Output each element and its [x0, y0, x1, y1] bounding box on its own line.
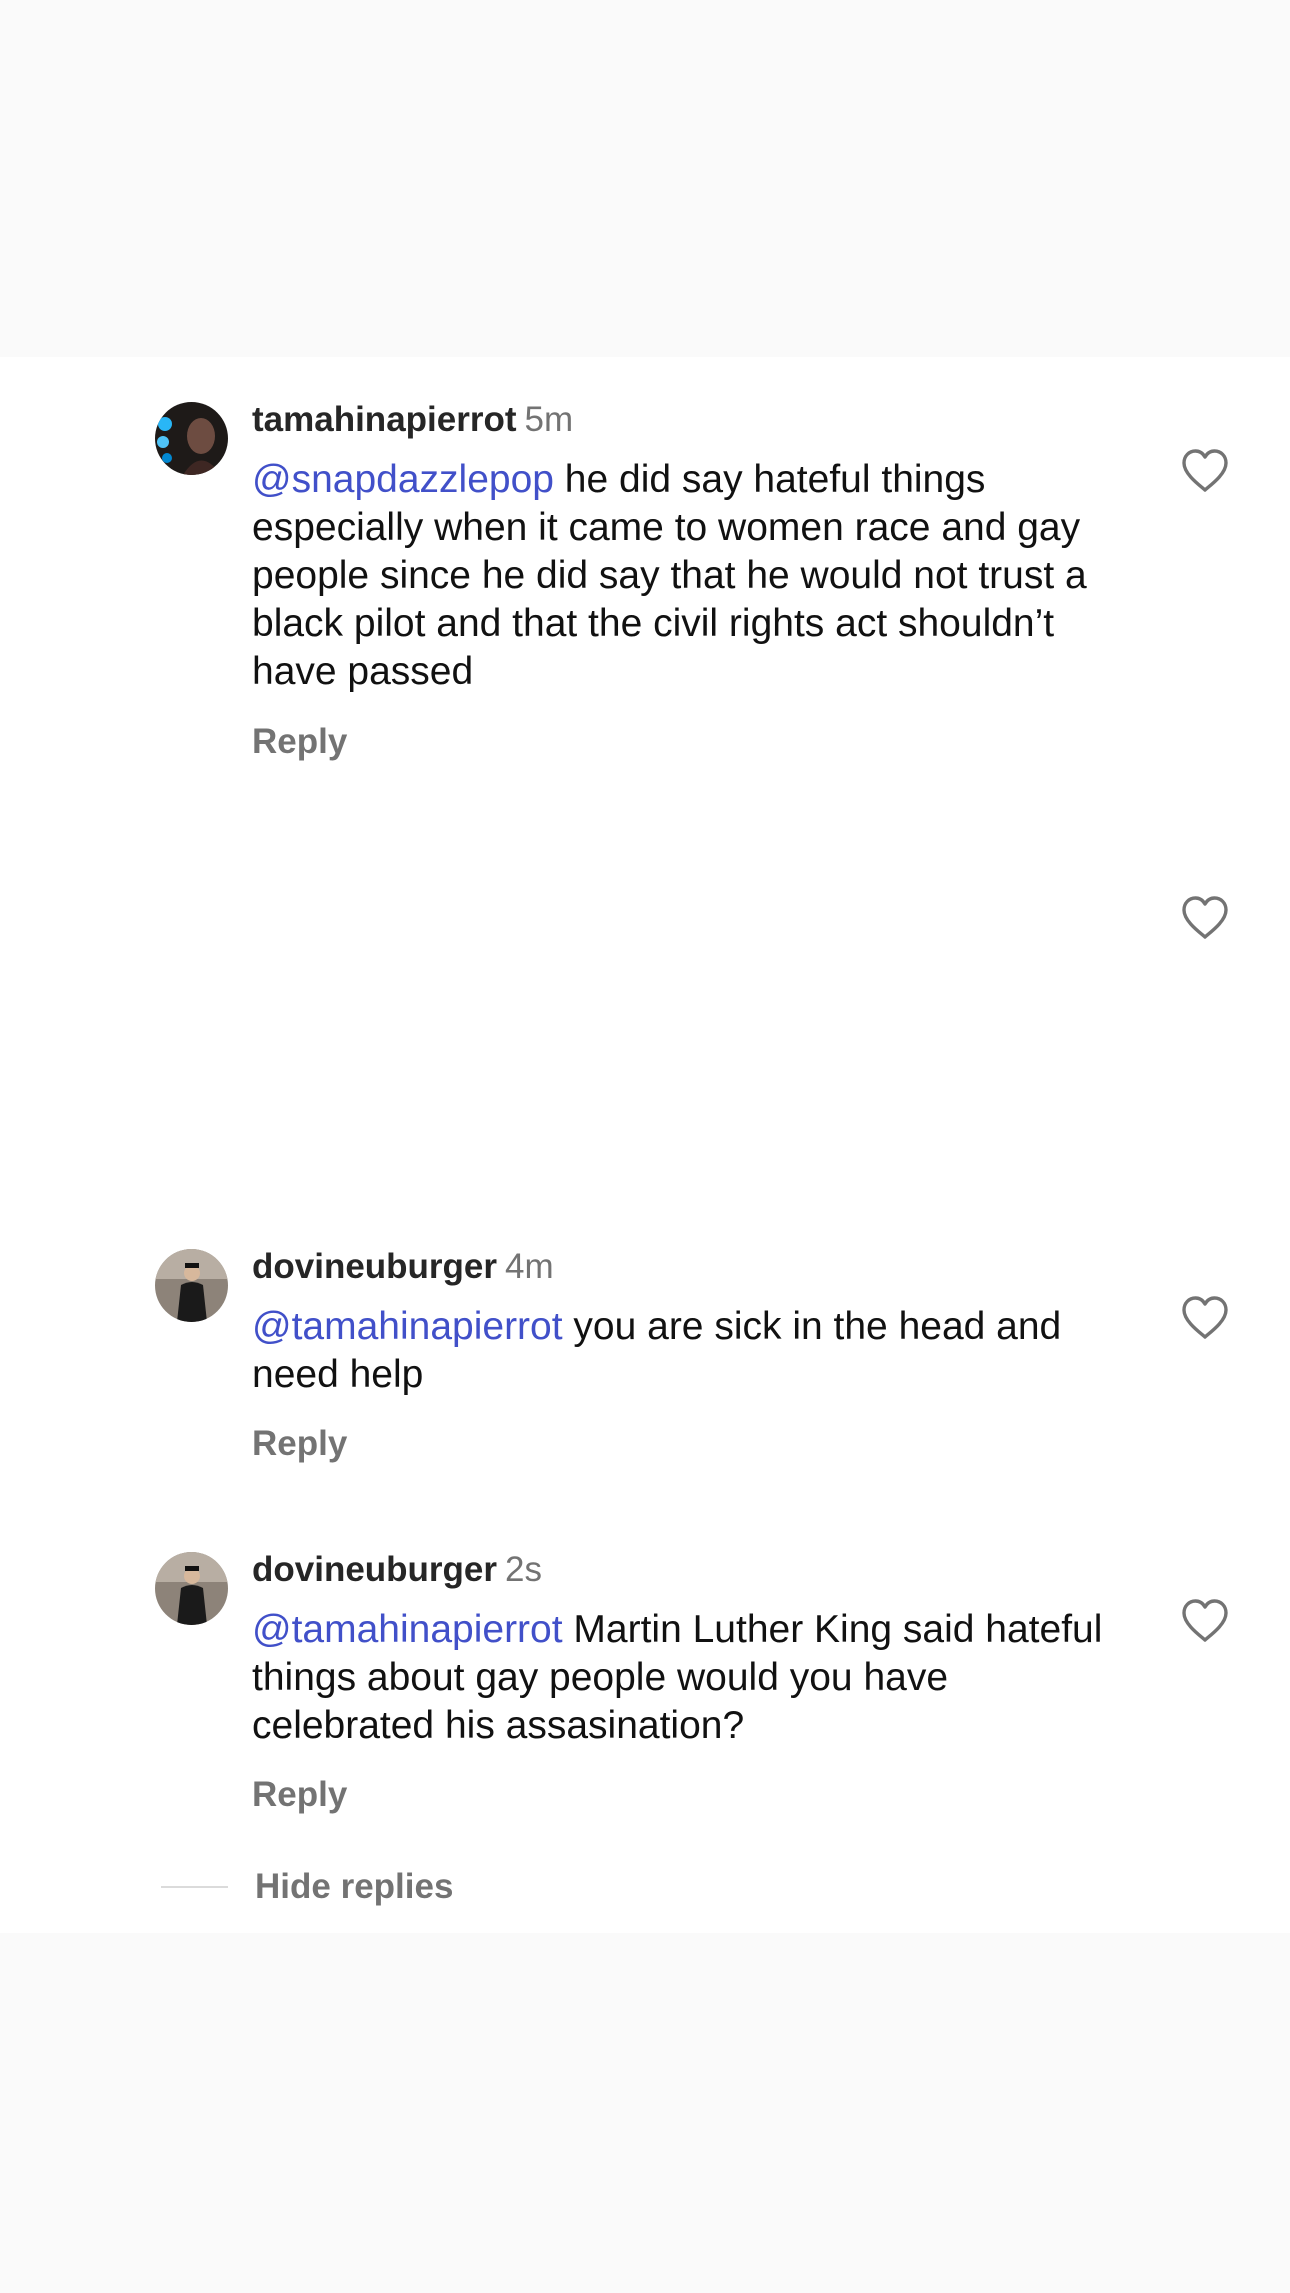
comment-username[interactable]: dovineuburger — [252, 1550, 497, 1589]
avatar[interactable] — [155, 402, 228, 475]
reply-button[interactable]: Reply — [252, 1773, 347, 1817]
comment-text: @tamahinapierrot Martin Luther King said… — [252, 1606, 1132, 1750]
like-heart-icon[interactable] — [1180, 1598, 1230, 1644]
like-heart-icon[interactable] — [1180, 448, 1230, 494]
comment-time: 2s — [505, 1550, 542, 1589]
comment-username[interactable]: dovineuburger — [252, 1247, 497, 1286]
avatar[interactable] — [155, 1552, 228, 1625]
like-heart-icon[interactable] — [1180, 1295, 1230, 1341]
avatar[interactable] — [155, 1249, 228, 1322]
comment-meta: dovineuburger 2s — [252, 1548, 542, 1592]
comment-mention[interactable]: @tamahinapierrot — [252, 1608, 563, 1651]
comment-mention[interactable]: @tamahinapierrot — [252, 1305, 563, 1348]
hide-replies-button[interactable]: Hide replies — [255, 1865, 453, 1909]
comment-meta: dovineuburger 4m — [252, 1245, 554, 1289]
hide-replies-divider — [161, 1886, 228, 1888]
like-heart-icon[interactable] — [1180, 895, 1230, 941]
comment-time: 4m — [505, 1247, 554, 1286]
reply-button[interactable]: Reply — [252, 1422, 347, 1466]
comment-username[interactable]: tamahinapierrot — [252, 400, 517, 439]
comment-text: @snapdazzlepop he did say hateful things… — [252, 456, 1132, 696]
comment-mention[interactable]: @snapdazzlepop — [252, 458, 554, 501]
comment-meta: tamahinapierrot 5m — [252, 398, 573, 442]
comment-time: 5m — [524, 400, 574, 439]
reply-button[interactable]: Reply — [252, 720, 347, 764]
comment-text: @tamahinapierrot you are sick in the hea… — [252, 1303, 1132, 1399]
